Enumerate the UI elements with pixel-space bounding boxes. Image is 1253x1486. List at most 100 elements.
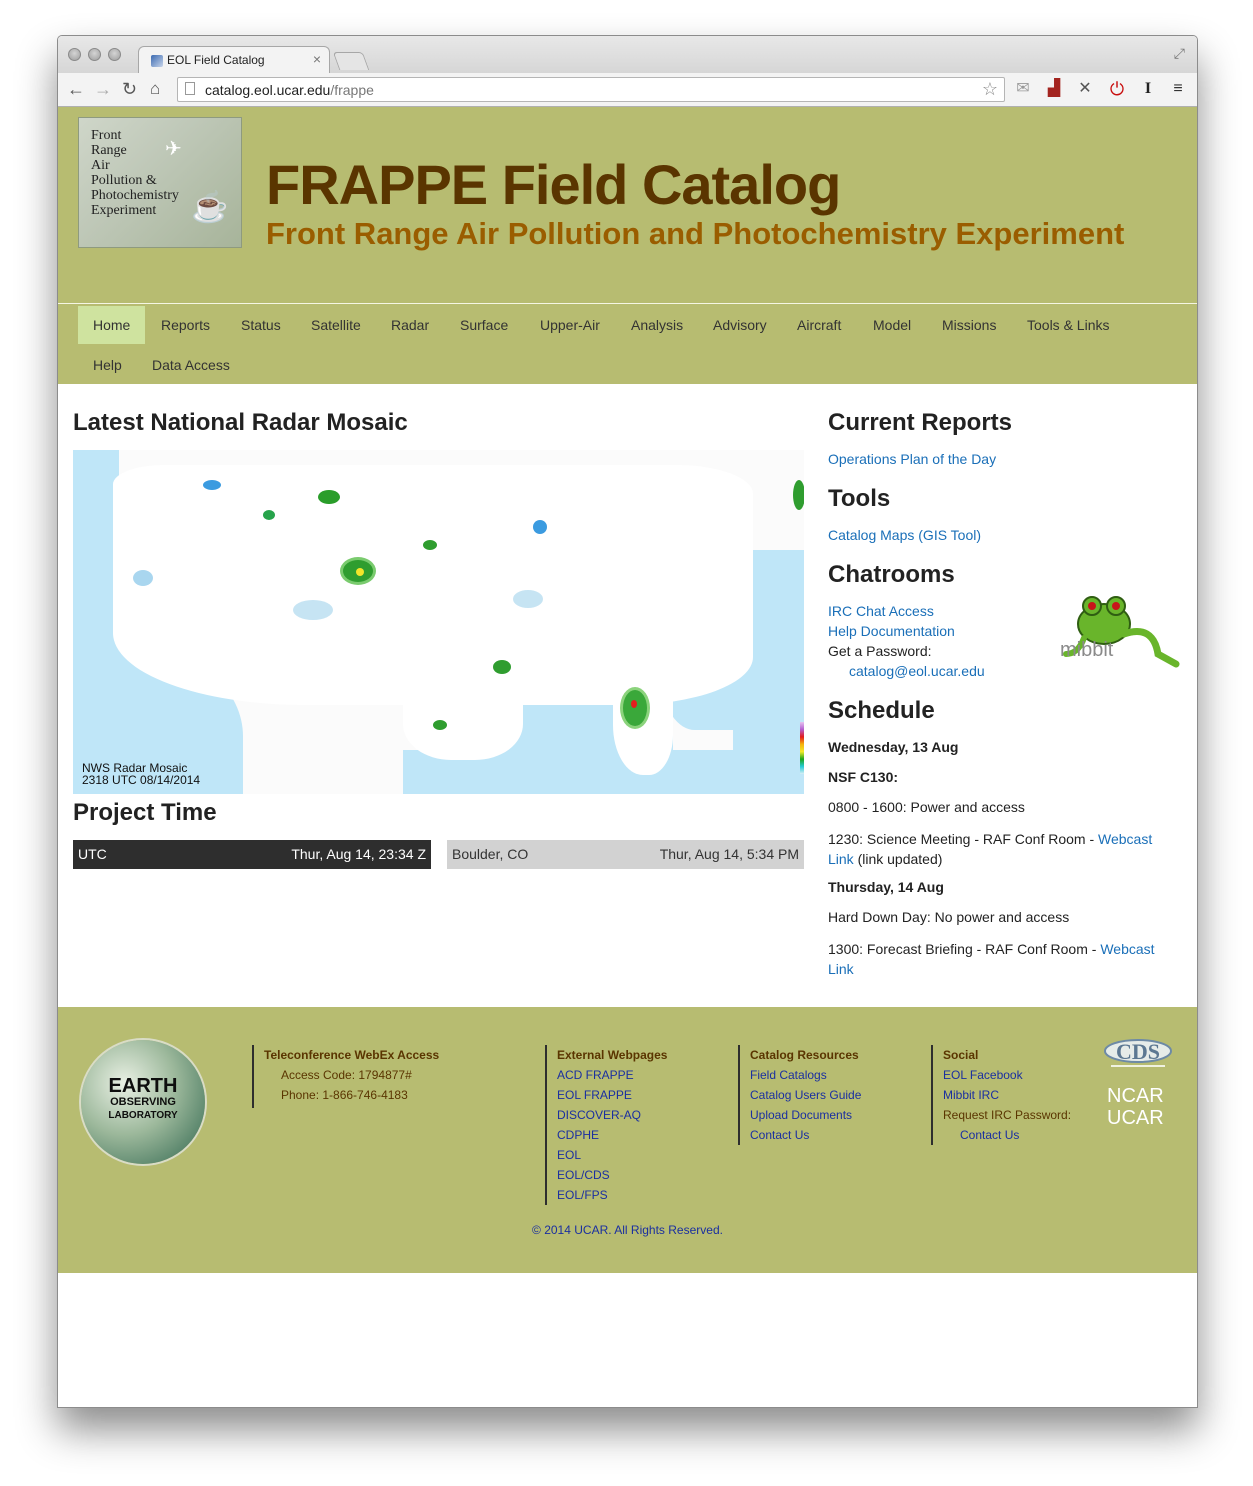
ucar-text: UCAR <box>1107 1107 1164 1129</box>
radar-color-scale <box>800 722 804 774</box>
nav-radar[interactable]: Radar <box>376 306 444 344</box>
nav-tools-links[interactable]: Tools & Links <box>1012 306 1124 344</box>
home-icon[interactable]: ⌂ <box>150 78 160 100</box>
browser-toolbar: ← → ↻ ⌂ catalog.eol.ucar.edu/frappe ☆ ✉ … <box>58 73 1197 107</box>
webcast-link[interactable]: Webcast <box>1098 831 1152 847</box>
operations-plan-link[interactable]: Operations Plan of the Day <box>828 451 996 467</box>
catalog-link-users-guide[interactable]: Catalog Users Guide <box>750 1085 861 1105</box>
schedule-heading: Schedule <box>828 697 935 724</box>
bookmark-star-icon[interactable]: ☆ <box>982 79 998 100</box>
block-extension-icon[interactable]: ⏻ <box>1107 80 1127 98</box>
radar-echo <box>318 490 340 504</box>
catalog-link-upload[interactable]: Upload Documents <box>750 1105 861 1125</box>
social-link-contact[interactable]: Contact Us <box>943 1125 1071 1145</box>
social-heading: Social <box>943 1048 979 1062</box>
social-link-mibbit[interactable]: Mibbit IRC <box>943 1085 1071 1105</box>
nav-missions[interactable]: Missions <box>927 306 1011 344</box>
nav-upper-air[interactable]: Upper-Air <box>525 306 615 344</box>
back-arrow-icon[interactable]: ← <box>67 78 85 100</box>
schedule-item-forecast: 1300: Forecast Briefing - RAF Conf Room … <box>828 941 1155 977</box>
catalog-email-link[interactable]: catalog@eol.ucar.edu <box>849 663 985 679</box>
radar-echo <box>493 660 511 674</box>
schedule-item-power: 0800 - 1600: Power and access <box>828 799 1025 815</box>
nav-home[interactable]: Home <box>78 306 146 344</box>
pin-extension-icon[interactable]: ✕ <box>1075 80 1095 98</box>
radar-echo <box>293 600 333 620</box>
address-bar[interactable]: catalog.eol.ucar.edu/frappe ☆ <box>177 77 1005 102</box>
forecast-webcast-link[interactable]: Webcast <box>1100 941 1154 957</box>
catalog-maps-link[interactable]: Catalog Maps (GIS Tool) <box>828 527 981 543</box>
radar-caption-time: 2318 UTC 08/14/2014 <box>82 773 201 787</box>
nav-surface[interactable]: Surface <box>445 306 523 344</box>
chatrooms-heading: Chatrooms <box>828 561 955 588</box>
texas-land <box>403 670 523 760</box>
nav-help[interactable]: Help <box>78 346 137 384</box>
social-link-facebook[interactable]: EOL Facebook <box>943 1065 1071 1085</box>
catalog-link-field-catalogs[interactable]: Field Catalogs <box>750 1065 861 1085</box>
new-tab-button[interactable] <box>332 52 370 70</box>
catalog-link-contact[interactable]: Contact Us <box>750 1125 861 1145</box>
eol-logo-line1: EARTH <box>108 1075 178 1097</box>
external-link-eol[interactable]: EOL <box>557 1145 667 1165</box>
radar-echo <box>203 480 221 490</box>
external-link-eol-cds[interactable]: EOL/CDS <box>557 1165 667 1185</box>
page-icon <box>185 82 195 95</box>
external-link-acd-frappe[interactable]: ACD FRAPPE <box>557 1065 667 1085</box>
schedule-aircraft: NSF C130: <box>828 769 899 785</box>
browser-tab[interactable]: EOL Field Catalog × <box>138 46 330 73</box>
nav-aircraft[interactable]: Aircraft <box>782 306 856 344</box>
nav-status[interactable]: Status <box>226 306 296 344</box>
fullscreen-icon[interactable]: ⤢ <box>1174 45 1185 62</box>
radar-echo <box>513 590 543 608</box>
forecast-webcast-link-2[interactable]: Link <box>828 961 854 977</box>
external-link-eol-fps[interactable]: EOL/FPS <box>557 1185 667 1205</box>
forward-arrow-icon[interactable]: → <box>94 78 112 100</box>
tab-title: EOL Field Catalog <box>167 53 265 67</box>
cds-logo[interactable]: CDS <box>1103 1035 1173 1073</box>
mibbit-frog-logo[interactable]: mibbit <box>1058 594 1180 674</box>
nav-data-access[interactable]: Data Access <box>137 346 245 384</box>
utc-time-bar: UTC Thur, Aug 14, 23:34 Z <box>73 840 431 869</box>
help-documentation-link[interactable]: Help Documentation <box>828 623 955 639</box>
menu-icon[interactable]: ≡ <box>1168 80 1188 98</box>
tab-close-icon[interactable]: × <box>313 51 321 67</box>
irc-chat-link[interactable]: IRC Chat Access <box>828 603 934 619</box>
airplane-icon: ✈ <box>165 138 182 160</box>
reload-icon[interactable]: ↻ <box>122 78 137 100</box>
instapaper-icon[interactable]: I <box>1138 80 1158 98</box>
nav-satellite[interactable]: Satellite <box>296 306 376 344</box>
local-label: Boulder, CO <box>452 846 529 862</box>
ncar-ucar-logo[interactable]: NCAR UCAR <box>1107 1085 1164 1129</box>
site-header: Front Range Air Pollution & Photochemist… <box>58 107 1197 305</box>
nav-advisory[interactable]: Advisory <box>698 306 782 344</box>
radar-echo <box>533 520 547 534</box>
zoom-window-button[interactable] <box>108 48 121 61</box>
site-title: FRAPPE Field Catalog <box>266 153 841 216</box>
nav-model[interactable]: Model <box>858 306 926 344</box>
external-link-cdphe[interactable]: CDPHE <box>557 1125 667 1145</box>
frappe-logo[interactable]: Front Range Air Pollution & Photochemist… <box>78 117 242 248</box>
footer-external: External Webpages ACD FRAPPE EOL FRAPPE … <box>545 1045 667 1205</box>
url-text: catalog.eol.ucar.edu/frappe <box>205 82 374 98</box>
radar-echo <box>356 568 364 576</box>
nav-analysis[interactable]: Analysis <box>616 306 698 344</box>
close-window-button[interactable] <box>68 48 81 61</box>
radar-echo <box>133 570 153 586</box>
main-content: Latest National Radar Mosaic NWS Radar M… <box>58 384 1197 1006</box>
password-label: Get a Password: <box>828 643 932 659</box>
browser-window: EOL Field Catalog × ⤢ ← → ↻ ⌂ catalog.eo… <box>57 35 1198 1408</box>
webcast-link-2[interactable]: Link <box>828 851 854 867</box>
nav-reports[interactable]: Reports <box>146 306 225 344</box>
eol-logo-line2: OBSERVING <box>110 1096 176 1108</box>
minimize-window-button[interactable] <box>88 48 101 61</box>
couch-extension-icon[interactable]: ▟ <box>1044 80 1064 98</box>
external-link-discover-aq[interactable]: DISCOVER-AQ <box>557 1105 667 1125</box>
radar-mosaic-image[interactable]: NWS Radar Mosaic 2318 UTC 08/14/2014 <box>73 450 804 794</box>
eol-logo-line3: LABORATORY <box>108 1110 178 1121</box>
radar-heading: Latest National Radar Mosaic <box>73 409 408 436</box>
tab-strip: EOL Field Catalog × ⤢ <box>58 36 1197 73</box>
external-link-eol-frappe[interactable]: EOL FRAPPE <box>557 1085 667 1105</box>
mail-icon[interactable]: ✉ <box>1013 80 1033 98</box>
schedule-day-wednesday: Wednesday, 13 Aug <box>828 739 959 755</box>
earth-observing-laboratory-logo[interactable]: EARTH OBSERVING LABORATORY <box>81 1040 205 1164</box>
